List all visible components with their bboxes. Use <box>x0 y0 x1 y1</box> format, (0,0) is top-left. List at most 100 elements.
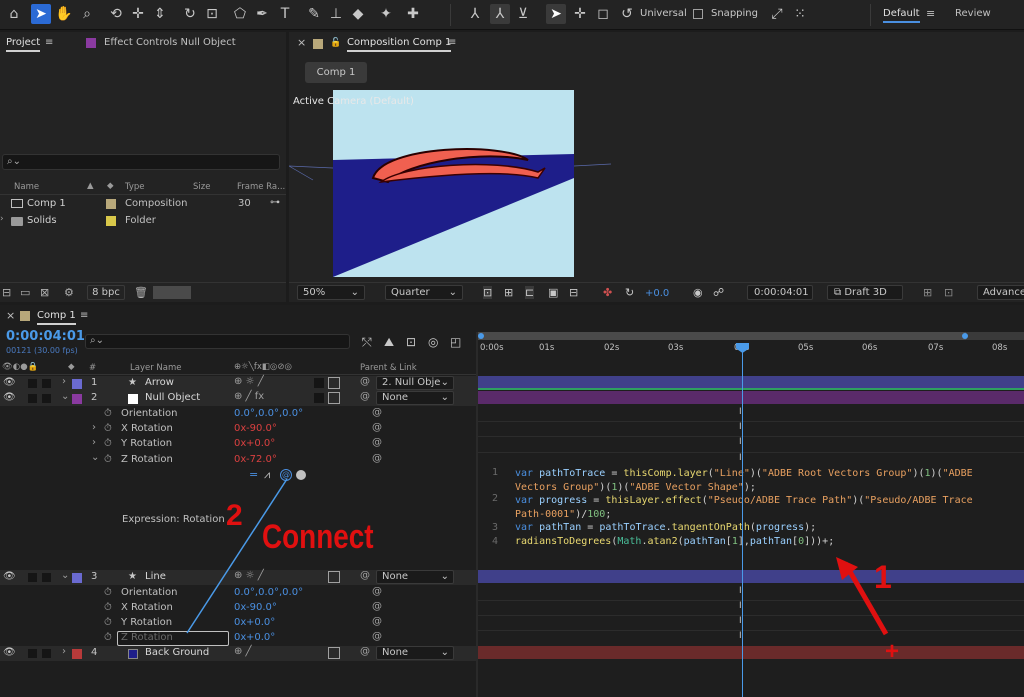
resolution-dropdown[interactable]: Quarter ⌄ <box>385 285 463 300</box>
world-axis-icon[interactable]: ⅄ <box>490 4 510 24</box>
comp-color-icon <box>313 39 323 49</box>
move-icon[interactable]: ✛ <box>570 4 590 24</box>
eraser-icon[interactable]: ◆ <box>348 4 368 24</box>
show-snapshot-icon[interactable]: ☍ <box>713 286 724 299</box>
puppet-pin-icon[interactable]: ✚ <box>403 4 423 24</box>
label-tag-icon: ◆ <box>107 181 114 191</box>
renderer-label: Draft 3D <box>844 287 887 298</box>
column-name[interactable]: Name <box>14 182 39 192</box>
project-item[interactable]: Comp 1 Composition 30 ⊶ <box>0 196 286 212</box>
rotate-icon[interactable]: ↺ <box>617 4 637 24</box>
pen-tool-icon[interactable]: ✒ <box>252 4 272 24</box>
new-comp-icon[interactable]: ⊠ <box>40 286 49 299</box>
item-type: Folder <box>125 215 156 226</box>
column-frame-rate[interactable]: Frame Ra... <box>237 182 285 192</box>
annotation-connect: Connect <box>262 518 374 556</box>
3d-ground-plane-icon[interactable]: ⊞ <box>923 286 932 299</box>
reset-exposure-icon[interactable]: ↻ <box>625 286 634 299</box>
chevron-down-icon: ⌄ <box>448 287 457 298</box>
snap-grid-icon[interactable]: ⁙ <box>790 4 810 24</box>
exposure-value[interactable]: +0.0 <box>645 288 669 299</box>
workspace-default[interactable]: Default <box>883 8 920 23</box>
project-column-header: Name ▲ ◆ Type Size Frame Ra... <box>0 179 286 195</box>
view-axis-icon[interactable]: ⊻ <box>513 4 533 24</box>
annotation-step-2: 2 <box>226 499 243 532</box>
orbit-tool-icon[interactable]: ⟲ <box>106 4 126 24</box>
transparency-grid-icon[interactable]: ⊞ <box>504 286 513 299</box>
expand-icon[interactable]: › <box>0 214 4 224</box>
local-axis-icon[interactable]: ⅄ <box>465 4 485 24</box>
comp-1-button[interactable]: Comp 1 <box>305 62 367 83</box>
color-swatch[interactable] <box>153 286 191 299</box>
workspace-menu-icon[interactable]: ≡ <box>926 7 935 20</box>
shape-tool-icon[interactable]: ⬠ <box>230 4 250 24</box>
zoom-dropdown[interactable]: 50% ⌄ <box>297 285 365 300</box>
lock-icon[interactable]: 🔓 <box>330 32 341 54</box>
universal-label[interactable]: Universal <box>640 8 687 19</box>
grid-options-icon[interactable]: ⊟ <box>569 286 578 299</box>
column-size[interactable]: Size <box>193 182 210 192</box>
comp-tab-menu-icon[interactable]: ≡ <box>448 32 456 54</box>
close-icon[interactable]: × <box>297 32 306 54</box>
item-name: Solids <box>27 215 57 226</box>
sort-up-icon: ▲ <box>87 181 94 191</box>
item-label-color[interactable] <box>106 199 116 209</box>
pan-behind-tool-icon[interactable]: ⊡ <box>202 4 222 24</box>
guides-icon[interactable]: ▣ <box>548 286 558 299</box>
renderer-button[interactable]: ⧉ Draft 3D <box>827 285 903 300</box>
annotation-overlay <box>186 478 889 636</box>
rotation-tool-icon[interactable]: ↻ <box>180 4 200 24</box>
dolly-tool-icon[interactable]: ⇕ <box>150 4 170 24</box>
camera-wireframe <box>289 148 612 188</box>
annotation-step-1: 1 <box>874 559 892 595</box>
toolbar-divider <box>450 4 451 26</box>
selection-tool-icon[interactable]: ➤ <box>31 4 51 24</box>
chevron-down-icon: ⌄ <box>350 287 359 298</box>
composition-footer: 50% ⌄ Quarter ⌄ ⊡ ⊞ ⊏ ▣ ⊟ ✤ ↻ +0.0 ◉ ☍ 0:0… <box>289 282 1024 302</box>
advanced-button[interactable]: Advanced <box>977 285 1024 300</box>
column-type[interactable]: Type <box>125 182 145 192</box>
project-item[interactable]: › Solids Folder <box>0 213 286 229</box>
channel-rgb-icon[interactable]: ✤ <box>603 286 612 299</box>
hand-tool-icon[interactable]: ✋ <box>54 4 74 24</box>
toolbar: ⌂ ➤ ✋ ⌕ ⟲ ✛ ⇕ ↻ ⊡ ⬠ ✒ T ✎ ⊥ ◆ ✦ ✚ ⅄ ⅄ ⊻ … <box>0 0 1024 30</box>
zoom-tool-icon[interactable]: ⌕ <box>77 4 97 24</box>
workspace-review[interactable]: Review <box>955 8 991 19</box>
timeline-panel: × Comp 1 ≡ 0:00:04:01 00121 (30.00 fps) … <box>0 305 1024 697</box>
composition-tab[interactable]: Composition Comp 1 <box>347 32 452 52</box>
brush-tool-icon[interactable]: ✎ <box>304 4 324 24</box>
pan-tool-icon[interactable]: ✛ <box>128 4 148 24</box>
effect-controls-tab[interactable]: Effect Controls Null Object <box>104 32 236 54</box>
snap-options-icon[interactable]: ⤢ <box>767 4 787 24</box>
snapshot-icon[interactable]: ◉ <box>693 286 703 299</box>
bpc-button[interactable]: 8 bpc <box>87 285 125 300</box>
extended-viewer-icon[interactable]: ⊡ <box>944 286 953 299</box>
effect-controls-color-icon <box>86 38 96 48</box>
project-settings-icon[interactable]: ⚙ <box>64 286 74 299</box>
type-tool-icon[interactable]: T <box>275 4 295 24</box>
cube-icon: ⧉ <box>834 287 845 298</box>
region-of-interest-icon[interactable]: ⊡ <box>483 286 493 299</box>
roto-brush-icon[interactable]: ✦ <box>376 4 396 24</box>
toolbar-divider <box>870 4 871 26</box>
project-footer: ⊟ ▭ ⊠ ⚙ 8 bpc 🗑 <box>0 282 286 302</box>
flowchart-icon[interactable]: ⊶ <box>270 197 280 208</box>
project-search-input[interactable]: ⌕⌄ <box>2 154 280 170</box>
trash-icon[interactable]: 🗑 <box>134 286 148 299</box>
clone-stamp-icon[interactable]: ⊥ <box>326 4 346 24</box>
project-tab[interactable]: Project <box>6 32 41 52</box>
composition-panel: × 🔓 Composition Comp 1 ≡ Comp 1 Active C… <box>289 32 1024 302</box>
comp-timecode-field[interactable]: 0:00:04:01 <box>747 285 813 300</box>
project-tab-menu-icon[interactable]: ≡ <box>45 32 53 54</box>
annotation-plus: + <box>885 638 900 665</box>
scale-icon[interactable]: ◻ <box>593 4 613 24</box>
mask-visibility-icon[interactable]: ⊏ <box>525 286 535 299</box>
new-folder-icon[interactable]: ▭ <box>20 286 30 299</box>
interpret-footage-icon[interactable]: ⊟ <box>2 286 11 299</box>
snapping-label: Snapping <box>711 8 758 19</box>
home-icon[interactable]: ⌂ <box>4 4 24 24</box>
item-type: Composition <box>125 198 188 209</box>
item-label-color[interactable] <box>106 216 116 226</box>
universal-select-icon[interactable]: ➤ <box>546 4 566 24</box>
snapping-checkbox[interactable] <box>693 9 703 19</box>
